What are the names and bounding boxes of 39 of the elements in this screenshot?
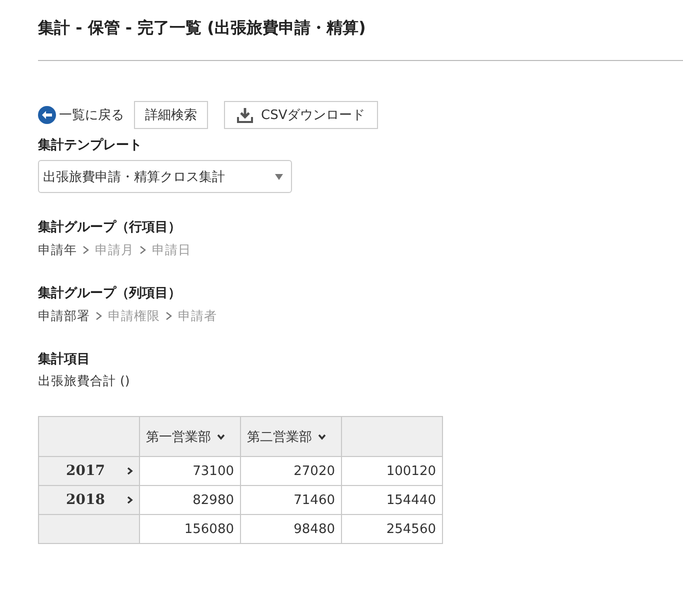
group-field: 申請部署 (38, 307, 90, 325)
page-title: 集計 - 保管 - 完了一覧 (出張旅費申請・精算) (38, 17, 367, 39)
group-field: 申請権限 (108, 307, 160, 325)
separator-icon (96, 312, 102, 320)
section-label: 集計グループ（行項目） (38, 219, 182, 237)
template-select[interactable]: 出張旅費申請・精算クロス集計 (38, 160, 292, 193)
row-header[interactable]: 2017 (38, 456, 140, 486)
caret-icon (275, 174, 283, 180)
csv-download-button[interactable]: CSVダウンロード (224, 101, 378, 129)
group-field: 申請者 (178, 307, 217, 325)
total-cell: 98480 (240, 514, 342, 544)
back-link[interactable]: 一覧に戻る (38, 106, 124, 124)
separator-icon (166, 312, 172, 320)
column-header[interactable]: 第一営業部 (140, 416, 240, 456)
column-header[interactable]: 第二営業部 (240, 416, 342, 456)
table-cell: 27020 (240, 456, 342, 486)
table-cell: 73100 (140, 456, 240, 486)
group-field: 申請年 (38, 241, 77, 259)
section-label: 集計項目 (38, 351, 91, 369)
table-cell: 82980 (140, 486, 240, 514)
chevron-down-icon (217, 434, 225, 440)
download-icon (237, 107, 253, 123)
section-label: 集計テンプレート (38, 137, 143, 155)
group-field: 申請日 (152, 241, 191, 259)
chevron-down-icon (318, 434, 326, 440)
table-cell: 154440 (342, 486, 442, 514)
row-header[interactable]: 2018 (38, 486, 140, 514)
table-cell: 100120 (342, 456, 442, 486)
search-button[interactable]: 詳細検索 (134, 101, 208, 129)
group-field: 申請月 (95, 241, 134, 259)
section-label: 集計グループ（列項目） (38, 285, 182, 303)
measure-value: 出張旅費合計 () (38, 373, 131, 390)
chevron-right-icon (127, 467, 133, 475)
total-cell: 254560 (342, 514, 442, 544)
total-cell: 156080 (140, 514, 240, 544)
chevron-right-icon (127, 496, 133, 504)
separator-icon (83, 246, 89, 254)
separator-icon (140, 246, 146, 254)
table-cell: 71460 (240, 486, 342, 514)
